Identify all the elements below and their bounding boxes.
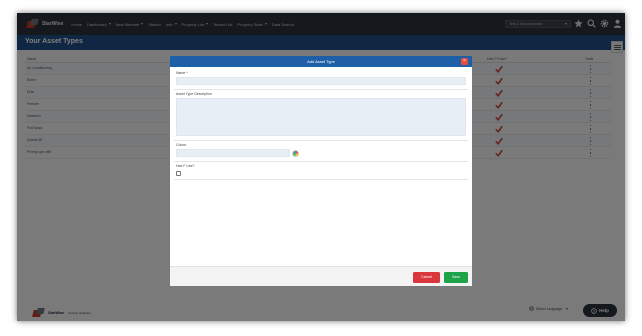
colour-label: Colour bbox=[176, 143, 187, 147]
save-button[interactable]: Save bbox=[444, 272, 468, 283]
cancel-button[interactable]: Cancel bbox=[413, 272, 440, 283]
close-icon: × bbox=[463, 58, 466, 64]
divider bbox=[174, 89, 468, 90]
description-textarea[interactable] bbox=[176, 98, 466, 136]
name-label: Name * bbox=[176, 71, 188, 75]
modal-title: Add Asset Type bbox=[307, 59, 335, 64]
divider bbox=[174, 161, 468, 162]
has-fuse-label: Has F Use? bbox=[176, 164, 195, 168]
description-label: Asset Type Description bbox=[176, 92, 212, 96]
add-asset-type-modal: Add Asset Type × Name * Asset Type Descr… bbox=[170, 56, 472, 286]
close-button[interactable]: × bbox=[461, 58, 468, 65]
divider bbox=[174, 140, 468, 141]
color-picker-icon[interactable] bbox=[292, 150, 299, 157]
modal-header: Add Asset Type × bbox=[170, 56, 472, 67]
modal-footer: Cancel Save bbox=[170, 266, 472, 286]
has-fuse-checkbox[interactable] bbox=[176, 171, 181, 176]
app-window: StarWise Home Dashboard New Member Stati… bbox=[17, 13, 625, 321]
colour-input[interactable] bbox=[176, 149, 290, 157]
divider bbox=[174, 179, 468, 180]
name-input[interactable] bbox=[176, 77, 466, 85]
